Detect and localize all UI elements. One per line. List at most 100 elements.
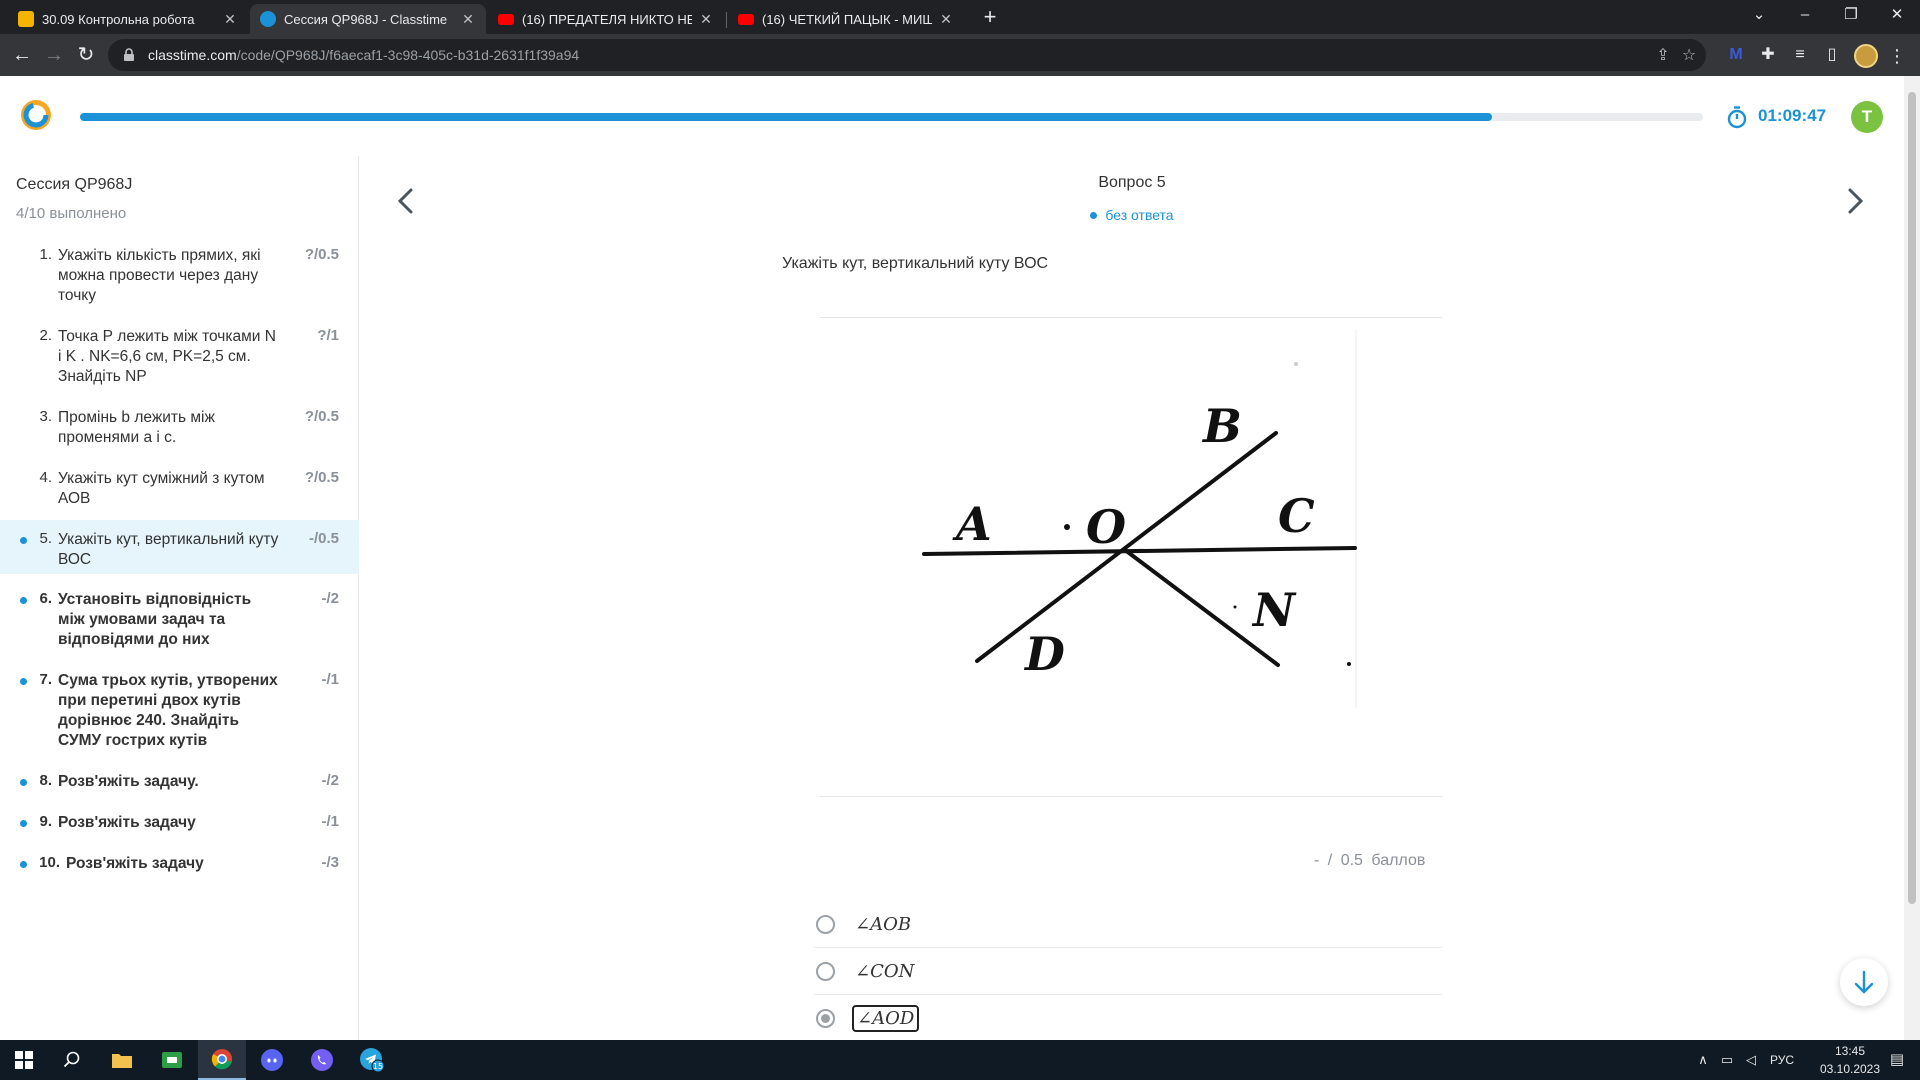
unanswered-dot xyxy=(20,537,27,544)
question-score: ?/0.5 xyxy=(304,408,339,425)
tab-title: (16) ЧЕТКИЙ ПАЦЫК - МИША xyxy=(762,11,932,27)
label-a: A xyxy=(952,497,992,551)
clock-time[interactable]: 13:45 xyxy=(1820,1044,1880,1058)
question-item-9[interactable]: 9. Розв'яжіть задачу -/1 xyxy=(0,813,359,833)
points-earned: - xyxy=(1314,852,1320,869)
scrollbar-thumb[interactable] xyxy=(1908,92,1916,904)
close-icon[interactable]: ✕ xyxy=(222,11,238,28)
question-sidebar: Сессия QP968J 4/10 выполнено 1. Укажіть … xyxy=(0,156,359,1040)
extension-m-icon[interactable]: M xyxy=(1726,45,1746,65)
points-max: 0.5 xyxy=(1340,852,1363,869)
next-question-chevron-icon[interactable] xyxy=(1840,184,1870,218)
windows-taskbar: 15 ∧ ▭ ◁ РУС 13:45 03.10.2023 ▤ xyxy=(0,1040,1920,1080)
question-item-4[interactable]: 4. Укажіть кут суміжний з кутом АОВ ?/0.… xyxy=(0,469,359,509)
profile-avatar[interactable] xyxy=(1854,44,1878,68)
menu-kebab-icon[interactable]: ⋮ xyxy=(1888,44,1906,68)
scroll-down-button[interactable] xyxy=(1840,958,1888,1006)
slides-favicon-icon xyxy=(18,11,34,27)
question-number: 1. xyxy=(39,246,52,263)
app-green-icon[interactable] xyxy=(148,1040,196,1080)
radio-button[interactable] xyxy=(816,961,835,981)
battery-icon[interactable]: ▭ xyxy=(1718,1051,1736,1069)
label-c: C xyxy=(1278,489,1315,543)
extensions-puzzle-icon[interactable]: ✚ xyxy=(1758,45,1778,65)
question-title: Укажіть кут суміжний з кутом АОВ xyxy=(58,470,265,507)
question-score: -/3 xyxy=(321,854,339,871)
new-tab-button[interactable]: + xyxy=(976,4,1004,32)
back-icon[interactable]: ← xyxy=(6,39,38,71)
windows-start-icon[interactable] xyxy=(0,1040,48,1080)
tab-kontrolna[interactable]: 30.09 Контрольна робота ✕ xyxy=(8,4,248,34)
app-header: 01:09:47 T xyxy=(0,76,1904,156)
input-language[interactable]: РУС xyxy=(1770,1053,1794,1067)
clock-date[interactable]: 03.10.2023 xyxy=(1808,1062,1892,1076)
tab-search-icon[interactable]: ⌄ xyxy=(1736,0,1782,30)
speaker-icon[interactable]: ◁ xyxy=(1742,1051,1760,1069)
question-item-2[interactable]: 2. Точка Р лежить між точками N і K . NK… xyxy=(0,327,359,387)
tab-youtube-2[interactable]: (16) ЧЕТКИЙ ПАЦЫК - МИША ✕ xyxy=(728,4,964,34)
question-item-6[interactable]: 6. Установіть відповідність між умовами … xyxy=(0,590,359,650)
question-number: 6. xyxy=(39,590,52,607)
answer-status-text: без ответа xyxy=(1105,207,1174,223)
answer-option-2[interactable]: ∠CON xyxy=(814,948,1442,995)
question-item-1[interactable]: 1. Укажіть кількість прямих, які можна п… xyxy=(0,246,359,306)
search-icon[interactable] xyxy=(48,1040,96,1080)
tray-overflow-icon[interactable]: ∧ xyxy=(1694,1051,1712,1069)
minimize-icon[interactable]: – xyxy=(1782,0,1828,30)
file-explorer-icon[interactable] xyxy=(98,1040,146,1080)
tab-youtube-1[interactable]: (16) ПРЕДАТЕЛЯ НИКТО НЕ ХО ✕ xyxy=(488,4,724,34)
tab-title: (16) ПРЕДАТЕЛЯ НИКТО НЕ ХО xyxy=(522,11,692,27)
question-score: -/2 xyxy=(321,772,339,789)
window-close-icon[interactable]: ✕ xyxy=(1874,0,1920,30)
question-item-5[interactable]: 5. Укажіть кут, вертикальний куту ВОС -/… xyxy=(0,520,359,574)
forward-icon[interactable]: → xyxy=(38,39,70,71)
question-title: Укажіть кут, вертикальний куту ВОС xyxy=(58,531,279,568)
chrome-icon[interactable] xyxy=(198,1040,246,1080)
label-d: D xyxy=(1023,627,1065,681)
line-db xyxy=(975,431,1278,663)
question-score: -/2 xyxy=(321,590,339,607)
side-panel-icon[interactable]: ▯ xyxy=(1822,45,1842,65)
question-score: -/1 xyxy=(321,813,339,830)
media-control-icon[interactable]: ≡ xyxy=(1790,45,1810,65)
point-dot xyxy=(1064,524,1070,530)
share-icon[interactable]: ⇪ xyxy=(1654,47,1672,65)
close-icon[interactable]: ✕ xyxy=(460,11,476,28)
answer-option-3[interactable]: ∠AOD xyxy=(814,995,1442,1040)
restore-icon[interactable]: ❐ xyxy=(1828,0,1874,30)
points-separator: / xyxy=(1327,852,1333,869)
radio-button-selected[interactable] xyxy=(816,1008,835,1028)
unanswered-dot xyxy=(20,861,27,868)
lock-icon xyxy=(124,48,134,61)
label-o: O xyxy=(1086,500,1126,554)
address-bar[interactable]: classtime.com/code/QP968J/f6aecaf1-3c98-… xyxy=(108,39,1706,71)
question-number-label: Вопрос 5 xyxy=(1098,174,1166,191)
question-item-3[interactable]: 3. Промінь b лежить між променями a і c.… xyxy=(0,408,359,448)
answer-option-1[interactable]: ∠AOB xyxy=(814,901,1442,948)
reload-icon[interactable]: ↻ xyxy=(70,39,102,71)
unanswered-dot xyxy=(20,597,27,604)
question-item-7[interactable]: 7. Сума трьох кутів, утворених при перет… xyxy=(0,671,359,751)
question-item-8[interactable]: 8. Розв'яжіть задачу. -/2 xyxy=(0,772,359,792)
browser-toolbar: ← → ↻ classtime.com/code/QP968J/f6aecaf1… xyxy=(0,34,1920,76)
question-title: Розв'яжіть задачу. xyxy=(58,773,199,790)
question-prompt: Укажіть кут, вертикальний куту ВОС xyxy=(782,255,1049,272)
classtime-logo-icon[interactable] xyxy=(20,99,52,131)
viber-icon[interactable] xyxy=(298,1040,346,1080)
question-number: 7. xyxy=(39,671,52,688)
user-avatar[interactable]: T xyxy=(1851,101,1883,133)
question-number: 5. xyxy=(39,530,52,547)
telegram-icon[interactable]: 15 xyxy=(348,1040,396,1080)
discord-icon[interactable] xyxy=(248,1040,296,1080)
tab-title: 30.09 Контрольна робота xyxy=(42,11,195,27)
tab-classtime[interactable]: Сессия QP968J - Classtime ✕ xyxy=(250,4,486,34)
bookmark-star-icon[interactable]: ☆ xyxy=(1680,47,1698,65)
close-icon[interactable]: ✕ xyxy=(938,11,954,28)
session-progress-bar xyxy=(80,113,1703,121)
close-icon[interactable]: ✕ xyxy=(698,11,714,28)
unanswered-dot xyxy=(20,820,27,827)
page-scrollbar[interactable] xyxy=(1904,76,1920,1040)
question-item-10[interactable]: 10. Розв'яжіть задачу -/3 xyxy=(0,854,359,874)
radio-button[interactable] xyxy=(816,914,835,934)
notifications-icon[interactable]: ▤ xyxy=(1888,1051,1906,1069)
